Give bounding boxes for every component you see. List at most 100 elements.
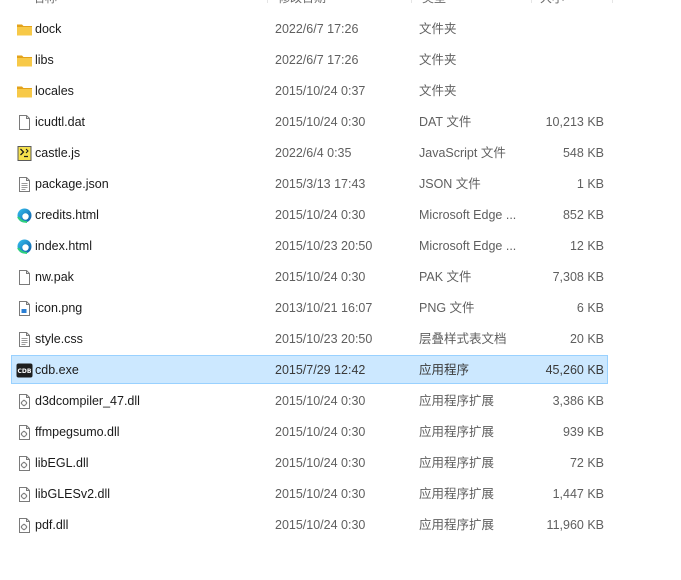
file-name[interactable]: d3dcompiler_47.dll: [35, 393, 140, 410]
folder-icon: [16, 52, 33, 69]
js-file-icon: [16, 145, 33, 162]
file-row[interactable]: CDB cdb.exe 2015/7/29 12:42 应用程序 45,260 KB: [11, 355, 608, 384]
file-size: 45,260 KB: [545, 363, 604, 377]
file-row[interactable]: credits.html 2015/10/24 0:30 Microsoft Edg…: [11, 200, 608, 229]
file-type: Microsoft Edge ...: [419, 239, 517, 253]
file-date: 2015/10/24 0:30: [275, 518, 366, 532]
file-type: PNG 文件: [419, 301, 475, 315]
file-name[interactable]: icudtl.dat: [35, 114, 85, 131]
column-separator[interactable]: [612, 0, 613, 3]
file-row[interactable]: index.html 2015/10/23 20:50 Microsoft Edge…: [11, 231, 608, 260]
file-row[interactable]: libGLESv2.dll 2015/10/24 0:30 应用程序扩展 1,447 …: [11, 479, 608, 508]
file-name[interactable]: package.json: [35, 176, 109, 193]
file-name[interactable]: castle.js: [35, 145, 80, 162]
file-icon: [16, 269, 33, 286]
file-size: 939 KB: [562, 425, 604, 439]
file-size: 12 KB: [569, 239, 604, 253]
file-type: 应用程序扩展: [419, 487, 495, 501]
file-name[interactable]: style.css: [35, 331, 83, 348]
file-row[interactable]: libEGL.dll 2015/10/24 0:30 应用程序扩展 72 KB: [11, 448, 608, 477]
file-row[interactable]: icon.png 2013/10/21 16:07 PNG 文件 6 KB: [11, 293, 608, 322]
file-name[interactable]: libEGL.dll: [35, 455, 89, 472]
file-name[interactable]: libs: [35, 52, 54, 69]
dll-file-icon: [16, 455, 33, 472]
file-date: 2015/10/24 0:30: [275, 394, 366, 408]
file-date: 2022/6/7 17:26: [275, 22, 359, 36]
file-type: 应用程序: [419, 363, 470, 377]
file-row[interactable]: libs 2022/6/7 17:26 文件夹: [11, 45, 608, 74]
file-size: 6 KB: [576, 301, 604, 315]
file-row[interactable]: ffmpegsumo.dll 2015/10/24 0:30 应用程序扩展 939 K…: [11, 417, 608, 446]
file-icon: [16, 114, 33, 131]
file-explorer: 名称 修改日期 类型 大小 dock 2022/6/7 17:26 文件夹 libs…: [0, 0, 681, 580]
file-type: 应用程序扩展: [419, 425, 495, 439]
file-size: 1 KB: [576, 177, 604, 191]
file-name[interactable]: dock: [35, 21, 61, 38]
file-name[interactable]: ffmpegsumo.dll: [35, 424, 120, 441]
file-date: 2015/10/24 0:37: [275, 84, 366, 98]
file-name[interactable]: libGLESv2.dll: [35, 486, 110, 503]
image-file-icon: [16, 300, 33, 317]
file-date: 2015/10/24 0:30: [275, 456, 366, 470]
file-type: 文件夹: [419, 84, 457, 98]
cdb-app-icon: CDB: [16, 362, 33, 379]
file-size: 20 KB: [569, 332, 604, 346]
text-file-icon: [16, 176, 33, 193]
text-file-icon: [16, 331, 33, 348]
file-size: 7,308 KB: [552, 270, 604, 284]
file-type: Microsoft Edge ...: [419, 208, 517, 222]
column-size-header[interactable]: 大小: [540, 0, 600, 8]
file-size: 548 KB: [562, 146, 604, 160]
column-date-header[interactable]: 修改日期: [278, 0, 398, 8]
file-name[interactable]: locales: [35, 83, 74, 100]
file-date: 2015/10/24 0:30: [275, 487, 366, 501]
file-name[interactable]: icon.png: [35, 300, 82, 317]
file-type: 文件夹: [419, 53, 457, 67]
file-size: 10,213 KB: [545, 115, 604, 129]
column-separator[interactable]: [411, 0, 412, 3]
file-row[interactable]: icudtl.dat 2015/10/24 0:30 DAT 文件 10,213 KB: [11, 107, 608, 136]
file-size: 11,960 KB: [546, 518, 604, 532]
file-name[interactable]: credits.html: [35, 207, 99, 224]
column-type-header[interactable]: 类型: [422, 0, 522, 8]
file-size: 3,386 KB: [552, 394, 604, 408]
edge-icon: [16, 238, 33, 255]
file-date: 2022/6/4 0:35: [275, 146, 352, 160]
file-row[interactable]: dock 2022/6/7 17:26 文件夹: [11, 14, 608, 43]
file-date: 2015/10/24 0:30: [275, 208, 366, 222]
svg-text:CDB: CDB: [18, 368, 32, 375]
file-type: DAT 文件: [419, 115, 472, 129]
file-row[interactable]: locales 2015/10/24 0:37 文件夹: [11, 76, 608, 105]
file-size: 1,447 KB: [552, 487, 604, 501]
file-type: 应用程序扩展: [419, 518, 495, 532]
column-header: 名称 修改日期 类型 大小: [0, 0, 613, 8]
file-date: 2022/6/7 17:26: [275, 53, 359, 67]
file-name[interactable]: pdf.dll: [35, 517, 68, 534]
file-type: JavaScript 文件: [419, 146, 506, 160]
column-separator[interactable]: [267, 0, 268, 3]
dll-file-icon: [16, 424, 33, 441]
dll-file-icon: [16, 393, 33, 410]
dll-file-icon: [16, 517, 33, 534]
file-size: 852 KB: [562, 208, 604, 222]
column-separator[interactable]: [531, 0, 532, 3]
file-name[interactable]: index.html: [35, 238, 92, 255]
column-name-header[interactable]: 名称: [33, 0, 233, 8]
folder-icon: [16, 21, 33, 38]
file-date: 2015/3/13 17:43: [275, 177, 366, 191]
file-date: 2015/10/24 0:30: [275, 115, 366, 129]
file-row[interactable]: style.css 2015/10/23 20:50 层叠样式表文档 20 KB: [11, 324, 608, 353]
file-name[interactable]: nw.pak: [35, 269, 74, 286]
file-name[interactable]: cdb.exe: [35, 362, 79, 379]
file-type: 文件夹: [419, 22, 457, 36]
file-size: 72 KB: [569, 456, 604, 470]
file-row[interactable]: d3dcompiler_47.dll 2015/10/24 0:30 应用程序扩展 3…: [11, 386, 608, 415]
file-row[interactable]: package.json 2015/3/13 17:43 JSON 文件 1 KB: [11, 169, 608, 198]
file-row[interactable]: nw.pak 2015/10/24 0:30 PAK 文件 7,308 KB: [11, 262, 608, 291]
file-type: JSON 文件: [419, 177, 481, 191]
file-row[interactable]: castle.js 2022/6/4 0:35 JavaScript 文件 548 K…: [11, 138, 608, 167]
file-row[interactable]: pdf.dll 2015/10/24 0:30 应用程序扩展 11,960 KB: [11, 510, 608, 539]
file-type: PAK 文件: [419, 270, 472, 284]
file-date: 2015/10/23 20:50: [275, 239, 373, 253]
edge-icon: [16, 207, 33, 224]
